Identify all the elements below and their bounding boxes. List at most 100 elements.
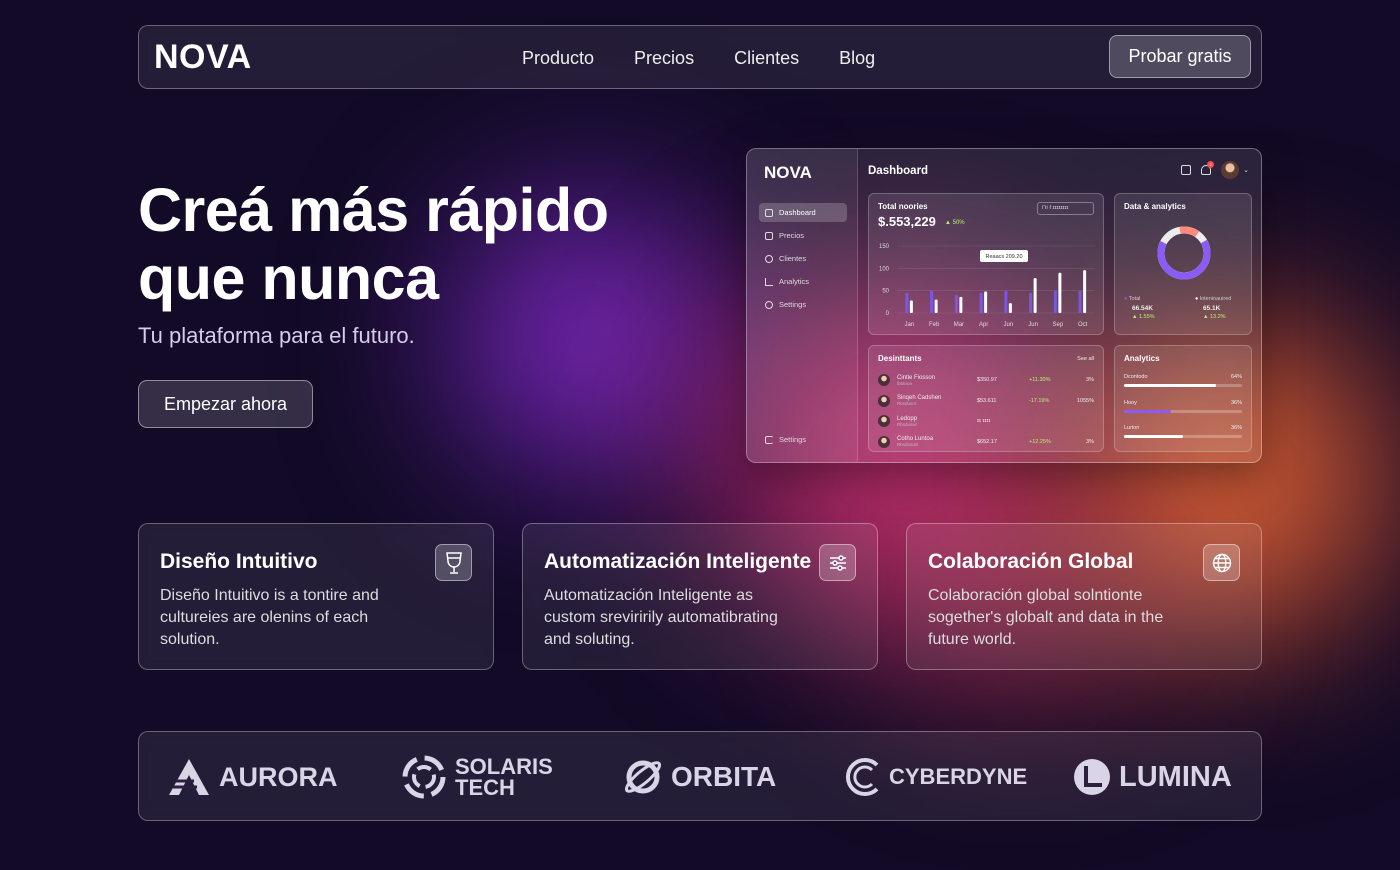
contact-role: Rbsdusonl (897, 442, 919, 447)
table-row[interactable]: Sinqeh Cadshen Rbsdusor $53.611 -17.19% 1055… (878, 392, 1094, 410)
bar[interactable] (1033, 278, 1037, 313)
cyberdyne-mark-icon (845, 758, 879, 796)
feature-title: Automatización Inteligente (544, 550, 812, 573)
avatar (878, 394, 890, 407)
legend-total: ● Total 66.54K ▲ 1.55% (1124, 296, 1155, 320)
bar[interactable] (1004, 290, 1008, 313)
progress-track (1124, 435, 1242, 438)
sidebar-item-settings-bottom[interactable]: Settings (759, 430, 847, 449)
bar[interactable] (905, 292, 909, 313)
contact-name-cell: Sinqeh Cadshen Rbsdusor (897, 395, 977, 406)
hero-title: Creá más rápido que nunca (138, 176, 698, 312)
aurora-mark-icon (169, 759, 209, 795)
dashboard-topbar: 2 ⌄ (1181, 161, 1249, 179)
card-icon (765, 231, 773, 240)
sidebar-item-label: Settings (779, 300, 807, 309)
bar[interactable] (1029, 292, 1033, 313)
nav-menu: Producto Precios Clientes Blog (522, 26, 875, 90)
contact-name-cell: Ledopp Rbsduswr (897, 416, 977, 427)
solaris-line2: TECH (455, 775, 515, 800)
nova-logo[interactable]: NOVA (154, 38, 252, 77)
progress-fill (1124, 435, 1183, 438)
analytics-label: Hooy (1124, 399, 1137, 406)
bar[interactable] (909, 300, 913, 313)
glass-icon (435, 544, 472, 581)
dashboard-preview: NOVA Dashboard Precios Clientes Analytic… (746, 148, 1262, 463)
table-row[interactable]: Cotho Luntoa Rbsdusonl $652.17 +12.25% 3% (878, 433, 1094, 451)
x-tick-label: Mar (954, 322, 964, 328)
revenue-bar-chart: 0 50 100 150 Jan Feb Mar Apr Jun Jun Sep Oct Reaacs … (879, 244, 1095, 328)
nav-link-blog[interactable]: Blog (839, 48, 875, 69)
see-all-link[interactable]: See all (1077, 356, 1094, 362)
contact-change: +12.25% (1029, 438, 1051, 445)
user-avatar[interactable] (1221, 161, 1240, 179)
legend-change: ▲ 13.2% (1203, 314, 1226, 320)
bar[interactable] (1053, 290, 1057, 313)
chevron-down-icon[interactable]: ⌄ (1243, 166, 1249, 174)
sidebar-item-label: Dashboard (779, 208, 816, 217)
sidebar-item-label: Analytics (779, 277, 810, 286)
feature-card-automation: Automatización Inteligente Automatizació… (522, 523, 878, 670)
bar[interactable] (984, 291, 988, 313)
sidebar-item-settings[interactable]: Settings (759, 295, 847, 314)
feature-title: Colaboración Global (928, 550, 1134, 573)
analytics-label: Lurion (1124, 425, 1140, 431)
feature-card-collaboration: Colaboración Global Colaboración global … (906, 523, 1262, 670)
progress-track (1124, 409, 1242, 413)
analytics-pct: 36% (1230, 399, 1242, 406)
contact-name-cell: Cintle Fiosson Ibtanon (897, 375, 977, 386)
analytics-pct: 36% (1230, 425, 1242, 431)
start-now-button[interactable]: Empezar ahora (138, 380, 313, 428)
x-tick-label: Feb (929, 322, 940, 328)
bar[interactable] (954, 295, 958, 313)
y-tick-label: 100 (879, 266, 890, 272)
sidebar-item-clientes[interactable]: Clientes (759, 249, 847, 268)
contact-name-cell: Cotho Luntoa Rbsdusonl (897, 436, 977, 447)
bell-icon[interactable]: 2 (1201, 161, 1215, 175)
sidebar-item-dashboard[interactable]: Dashboard (759, 203, 847, 222)
x-tick-label: Apr (979, 322, 988, 328)
bar[interactable] (979, 292, 983, 313)
chart-tooltip: Reaacs 209.20 (980, 250, 1028, 262)
y-tick-label: 50 (882, 289, 889, 295)
bar[interactable] (1058, 272, 1062, 313)
progress-fill (1124, 409, 1172, 413)
bar[interactable] (930, 290, 934, 313)
bar[interactable] (1008, 303, 1012, 313)
nav-link-precios[interactable]: Precios (634, 48, 694, 69)
solaris-tech-logo: SOLARIS TECH (401, 732, 553, 822)
globe-icon (1203, 544, 1240, 581)
solaris-wordmark: SOLARIS TECH (455, 756, 553, 800)
nav-link-producto[interactable]: Producto (522, 48, 594, 69)
bar[interactable] (959, 296, 963, 313)
bar-chart-icon (765, 277, 773, 286)
aurora-logo: AURORA (167, 732, 338, 822)
x-tick-label: Sep (1053, 322, 1064, 328)
avatar (878, 374, 890, 386)
nav-link-clientes[interactable]: Clientes (734, 48, 799, 69)
table-row[interactable]: Ledopp Rbsduswr ɪɪ ɪɪɪɪ (878, 412, 1094, 430)
try-free-button[interactable]: Probar gratis (1109, 35, 1251, 78)
table-row[interactable]: Cintle Fiosson Ibtanon $350.97 +11.30% 3% (878, 371, 1094, 389)
bar[interactable] (1083, 270, 1087, 313)
analytics-row: Hooy 36% (1124, 400, 1242, 416)
sidebar-item-analytics[interactable]: Analytics (759, 272, 847, 291)
contacts-panel: Desinttants See all Cintle Fiosson Ibtano… (868, 345, 1104, 452)
contact-pct: 3% (1086, 438, 1094, 445)
sidebar-item-precios[interactable]: Precios (759, 226, 847, 245)
feature-title: Diseño Intuitivo (160, 550, 318, 573)
x-tick-label: Jun (1004, 322, 1014, 328)
hero-subtitle: Tu plataforma para el futuro. (138, 323, 415, 348)
solaris-mark-icon (402, 755, 446, 799)
legend-value: 66.54K (1132, 305, 1153, 312)
bar[interactable] (1078, 290, 1082, 313)
contacts-title: Desinttants (878, 354, 922, 363)
analytics-pct: 64% (1230, 374, 1242, 380)
contact-role: Rbsduswr (897, 421, 918, 427)
avatar (878, 435, 890, 448)
cyberdyne-logo: CYBERDYNE (845, 732, 1027, 822)
legend-change: ▲ 1.55% (1132, 314, 1155, 320)
mail-icon[interactable] (1181, 165, 1192, 175)
hero-title-line2: que nunca (138, 244, 439, 312)
bar[interactable] (934, 299, 938, 313)
